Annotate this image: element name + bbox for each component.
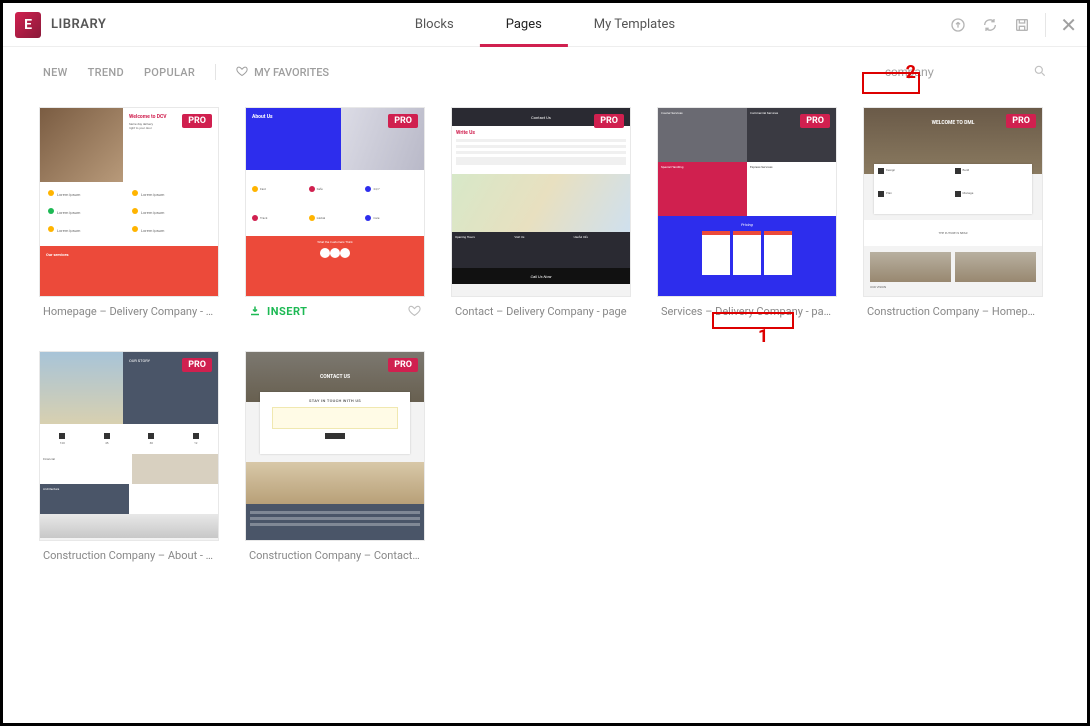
tab-pages[interactable]: Pages (480, 3, 568, 46)
save-icon[interactable] (1013, 16, 1031, 34)
filter-popular[interactable]: POPULAR (144, 66, 195, 79)
template-thumbnail: PRO Welcome to DCV Same day deliveryrigh… (39, 107, 219, 297)
upload-icon[interactable] (949, 16, 967, 34)
tab-my-templates[interactable]: My Templates (568, 3, 701, 46)
close-icon[interactable]: ✕ (1060, 15, 1077, 35)
annotation-marker-1: 1 (758, 326, 768, 347)
library-title: LIBRARY (51, 17, 106, 32)
annotation-box-search (862, 72, 920, 94)
filter-favorites[interactable]: MY FAVORITES (236, 65, 329, 80)
template-title: Construction Company – About - p… (43, 549, 215, 562)
template-title: Homepage – Delivery Company - p… (43, 305, 215, 318)
favorite-icon[interactable] (408, 302, 421, 321)
pro-badge: PRO (182, 358, 212, 372)
template-card[interactable]: PRO CONTACT US STAY IN TOUCH WITH US Con… (245, 351, 425, 569)
pro-badge: PRO (388, 358, 418, 372)
template-title: Construction Company – Contact -… (249, 549, 421, 562)
pro-badge: PRO (388, 114, 418, 128)
template-card[interactable]: PRO WELCOME TO DML Design Build Plan Man… (863, 107, 1043, 325)
sync-icon[interactable] (981, 16, 999, 34)
template-thumbnail: PRO OUR STORY 120 45 30 12 Financial Arc… (39, 351, 219, 541)
header-tabs: Blocks Pages My Templates (389, 3, 701, 46)
pro-badge: PRO (800, 114, 830, 128)
template-card[interactable]: PRO OUR STORY 120 45 30 12 Financial Arc… (39, 351, 219, 569)
favorites-label: MY FAVORITES (254, 66, 329, 79)
template-title: Services – Delivery Company - page (661, 305, 833, 318)
heart-icon (236, 65, 248, 80)
filter-new[interactable]: NEW (43, 66, 68, 79)
template-thumbnail: PRO About Us Fast Safe 24/7 Track Global… (245, 107, 425, 297)
separator (1045, 13, 1046, 37)
elementor-logo: E (15, 12, 41, 38)
template-title: Construction Company – Homepa… (867, 305, 1039, 318)
template-thumbnail: PRO WELCOME TO DML Design Build Plan Man… (863, 107, 1043, 297)
filter-bar: NEW TREND POPULAR MY FAVORITES (3, 47, 1087, 97)
template-card[interactable]: PRO Welcome to DCV Same day deliveryrigh… (39, 107, 219, 325)
templates-grid: PRO Welcome to DCV Same day deliveryrigh… (3, 97, 1087, 723)
template-card[interactable]: PRO Courier Services Commercial Services… (657, 107, 837, 325)
template-title: Contact – Delivery Company - page (455, 305, 627, 318)
template-thumbnail: PRO CONTACT US STAY IN TOUCH WITH US (245, 351, 425, 541)
download-icon (249, 302, 261, 321)
library-header: E LIBRARY Blocks Pages My Templates ✕ (3, 3, 1087, 47)
separator (215, 64, 216, 80)
pro-badge: PRO (594, 114, 624, 128)
template-thumbnail: PRO Courier Services Commercial Services… (657, 107, 837, 297)
pro-badge: PRO (1006, 114, 1036, 128)
template-card[interactable]: PRO Contact Us Write Us Opening Hours Vi… (451, 107, 631, 325)
search-icon[interactable] (1033, 63, 1047, 82)
header-actions: ✕ (949, 13, 1077, 37)
tab-blocks[interactable]: Blocks (389, 3, 480, 46)
insert-button[interactable]: INSERT (267, 305, 307, 318)
template-card[interactable]: PRO About Us Fast Safe 24/7 Track Global… (245, 107, 425, 325)
filter-trend[interactable]: TREND (88, 66, 124, 79)
template-thumbnail: PRO Contact Us Write Us Opening Hours Vi… (451, 107, 631, 297)
pro-badge: PRO (182, 114, 212, 128)
